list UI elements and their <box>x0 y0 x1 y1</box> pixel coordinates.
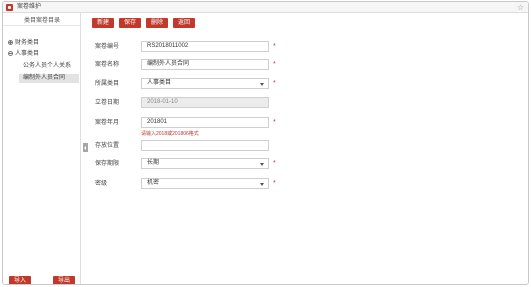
location-label: 存放位置 <box>95 143 120 149</box>
retention-select[interactable]: 长期 <box>141 158 269 169</box>
year-month-hint: 请输入2018或201806格式 <box>141 131 199 137</box>
app-icon <box>6 4 13 11</box>
category-label: 所属类目 <box>95 81 120 87</box>
location-input[interactable] <box>141 140 269 151</box>
secrecy-value: 机密 <box>147 180 160 186</box>
category-select[interactable]: 人事类目 <box>141 78 269 89</box>
collapse-icon[interactable] <box>8 51 13 56</box>
sidebar-collapse-handle[interactable] <box>83 143 88 152</box>
save-button[interactable]: 保存 <box>119 18 141 28</box>
tree-item-label: 人事类目 <box>15 51 40 57</box>
tree-item-personnel[interactable]: 人事类目 <box>8 50 39 59</box>
retention-value: 长期 <box>147 160 160 166</box>
created-date-input: 2018-01-10 <box>141 97 269 108</box>
file-no-input[interactable]: RS2018011002 <box>141 41 269 52</box>
title-bar: 案卷维护 ☆ <box>3 2 528 13</box>
expand-icon[interactable] <box>8 40 13 45</box>
tree-item-label: 财务类目 <box>15 40 40 46</box>
year-month-label: 案卷年月 <box>95 120 120 126</box>
secrecy-label: 密级 <box>95 181 108 187</box>
secrecy-select[interactable]: 机密 <box>141 178 269 189</box>
required-mark: * <box>273 180 276 187</box>
required-mark: * <box>273 80 276 87</box>
created-date-label: 立卷日期 <box>95 100 120 106</box>
required-mark: * <box>273 43 276 50</box>
app-window: 案卷维护 ☆ 类目案卷目录 财务类目 人事类目 公务人员个人关系 编制外人员合同… <box>2 1 529 285</box>
tree-item-child-1[interactable]: 公务人员个人关系 <box>21 62 81 71</box>
year-month-input[interactable]: 201801 <box>141 117 269 128</box>
delete-button[interactable]: 删除 <box>146 18 168 28</box>
new-button[interactable]: 新建 <box>92 18 114 28</box>
back-button[interactable]: 返回 <box>173 18 195 28</box>
window-title: 案卷维护 <box>17 4 42 10</box>
tree-item-label: 编制外人员合同 <box>23 75 66 81</box>
star-icon[interactable]: ☆ <box>517 3 524 12</box>
required-mark: * <box>273 61 276 68</box>
required-mark: * <box>273 160 276 167</box>
file-name-label: 案卷名称 <box>95 62 120 68</box>
export-button[interactable]: 导出 <box>53 276 75 284</box>
retention-label: 保存期限 <box>95 161 120 167</box>
category-value: 人事类目 <box>147 80 172 86</box>
sidebar: 类目案卷目录 财务类目 人事类目 公务人员个人关系 编制外人员合同 导入 导出 <box>3 13 81 284</box>
sidebar-header: 类目案卷目录 <box>3 16 81 26</box>
required-mark: * <box>273 119 276 126</box>
tree-item-child-2[interactable]: 编制外人员合同 <box>19 74 79 83</box>
file-no-label: 案卷编号 <box>95 44 120 50</box>
tree-item-finance[interactable]: 财务类目 <box>8 39 39 48</box>
file-name-input[interactable]: 编制外人员合同 <box>141 59 269 70</box>
import-button[interactable]: 导入 <box>9 276 31 284</box>
tree-item-label: 公务人员个人关系 <box>23 63 72 69</box>
